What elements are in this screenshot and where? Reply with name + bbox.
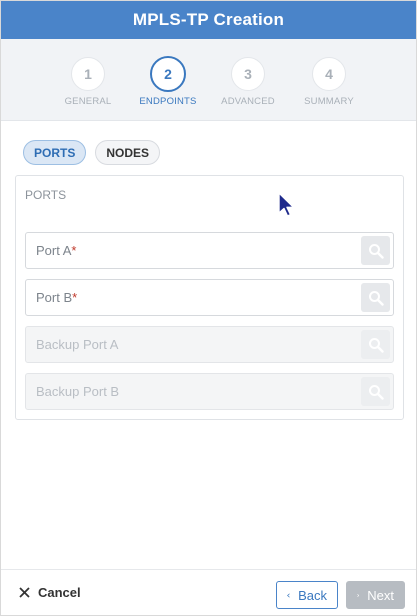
window-title-text: MPLS-TP Creation <box>132 10 285 29</box>
step-label: GENERAL <box>64 96 112 107</box>
port-a-search-button[interactable] <box>361 236 390 265</box>
window-title: MPLS-TP Creation <box>1 1 416 39</box>
step-label: SUMMARY <box>304 96 354 107</box>
backup-port-a-search-button <box>361 330 390 359</box>
panel-title: PORTS <box>25 188 67 202</box>
backup-port-a-input <box>26 327 352 362</box>
wizard-stepper: 1 GENERAL 2 ENDPOINTS 3 ADVANCED 4 SUMMA… <box>1 39 416 121</box>
port-b-field[interactable]: Port B* <box>25 279 394 316</box>
close-icon <box>19 587 30 598</box>
step-number: 2 <box>150 56 186 92</box>
back-label: Back <box>298 587 327 603</box>
search-icon <box>368 337 384 353</box>
backup-port-a-field: Backup Port A <box>25 326 394 363</box>
port-a-field[interactable]: Port A* <box>25 232 394 269</box>
step-advanced[interactable]: 3 ADVANCED <box>203 57 293 107</box>
search-icon <box>368 384 384 400</box>
step-summary[interactable]: 4 SUMMARY <box>284 57 374 107</box>
port-b-input[interactable] <box>26 280 352 315</box>
port-b-search-button[interactable] <box>361 283 390 312</box>
backup-port-b-field: Backup Port B <box>25 373 394 410</box>
endpoint-type-toggle: PORTS NODES <box>23 140 161 165</box>
search-icon <box>368 290 384 306</box>
step-label: ADVANCED <box>221 96 275 107</box>
search-icon <box>368 243 384 259</box>
port-a-input[interactable] <box>26 233 352 268</box>
next-button[interactable]: Next <box>346 581 405 609</box>
chevron-right-icon <box>357 593 360 597</box>
backup-port-b-search-button <box>361 377 390 406</box>
step-number: 1 <box>71 57 105 91</box>
chevron-left-icon <box>287 593 290 597</box>
cancel-button[interactable]: Cancel <box>19 585 81 600</box>
ports-panel: PORTS Port A* Port B* Backup Port A Back <box>15 175 404 420</box>
wizard-window: MPLS-TP Creation 1 GENERAL 2 ENDPOINTS 3… <box>0 0 417 616</box>
step-general[interactable]: 1 GENERAL <box>43 57 133 107</box>
step-endpoints[interactable]: 2 ENDPOINTS <box>123 56 213 107</box>
back-button[interactable]: Back <box>276 581 338 609</box>
nodes-toggle-button[interactable]: NODES <box>95 140 161 165</box>
step-label: ENDPOINTS <box>139 96 197 107</box>
wizard-footer: Cancel Back Next <box>1 569 416 615</box>
ports-toggle-button[interactable]: PORTS <box>23 140 87 165</box>
mouse-pointer-icon <box>277 192 295 223</box>
step-number: 4 <box>312 57 346 91</box>
backup-port-b-input <box>26 374 352 409</box>
next-label: Next <box>367 587 394 603</box>
step-number: 3 <box>231 57 265 91</box>
cancel-label: Cancel <box>38 585 81 600</box>
